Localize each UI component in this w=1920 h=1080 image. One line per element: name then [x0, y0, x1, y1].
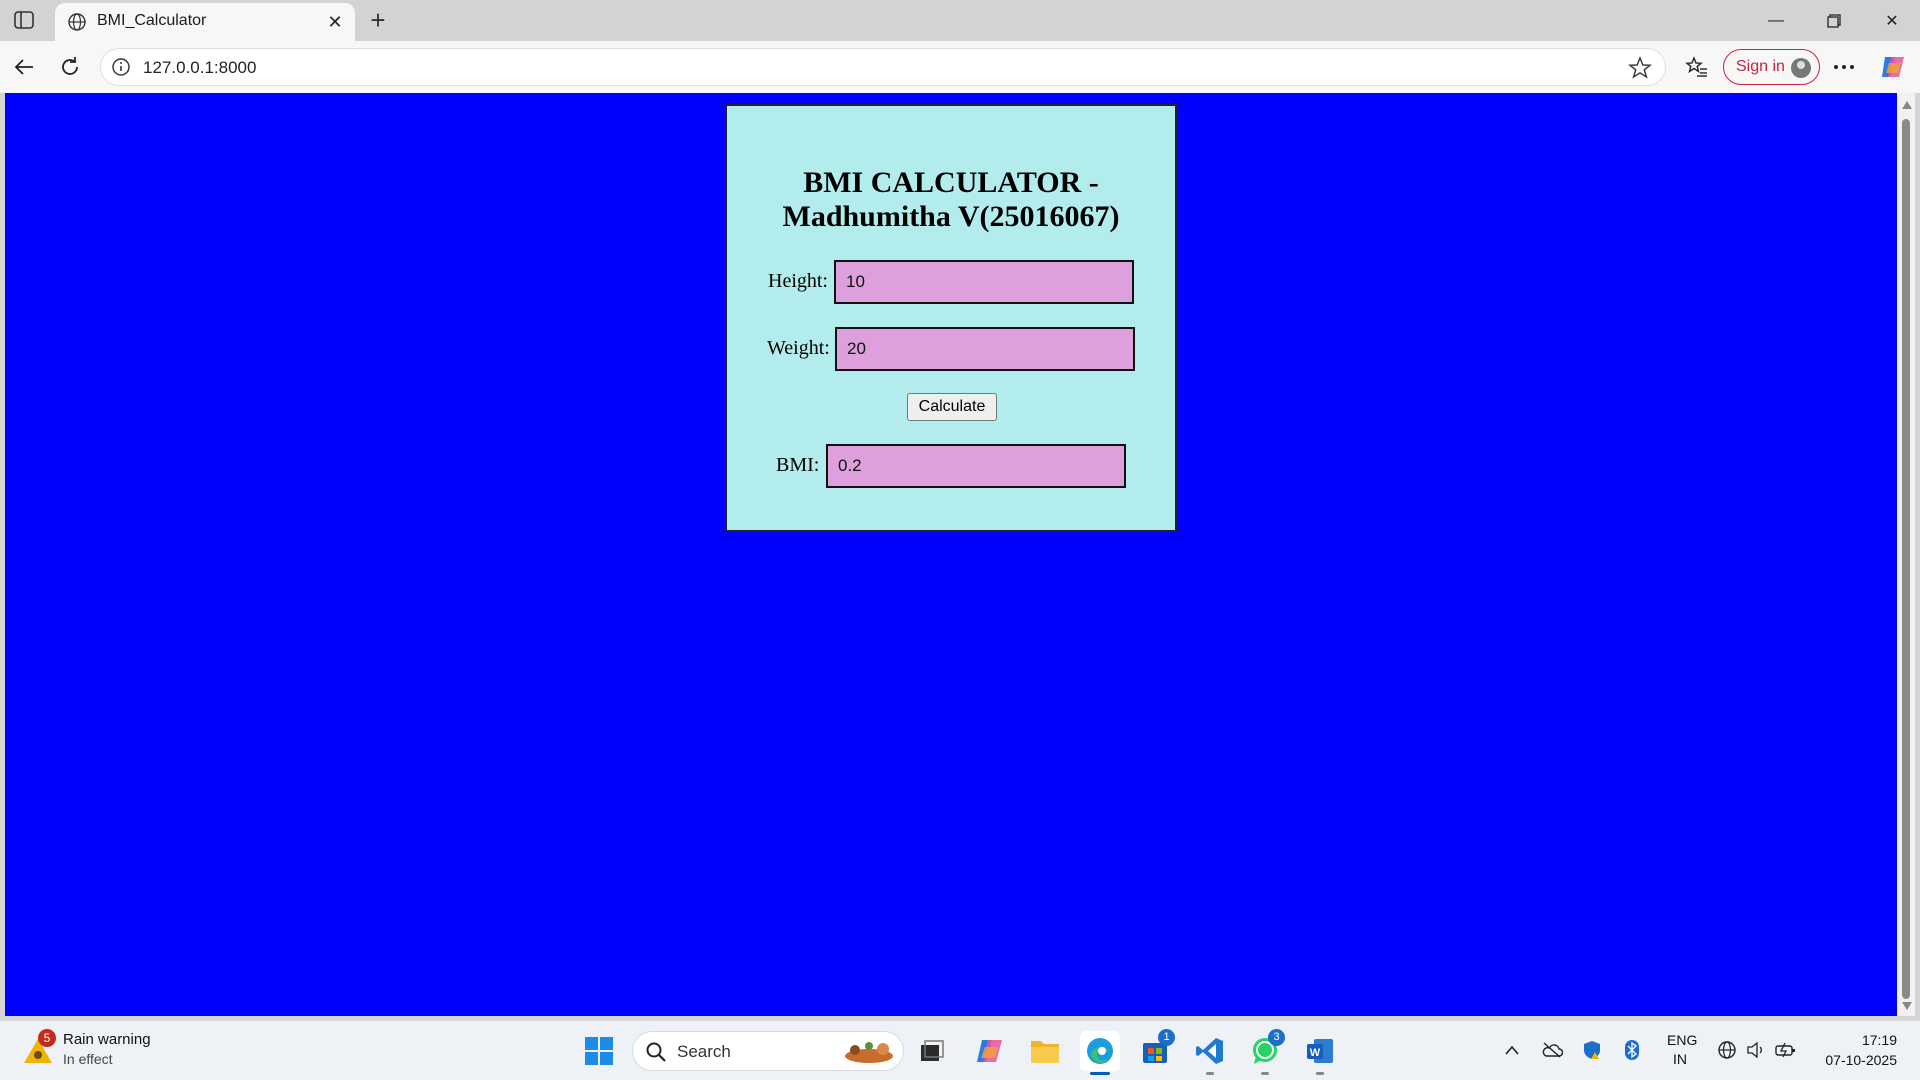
bmi-output[interactable] — [826, 444, 1126, 488]
minimize-icon[interactable]: — — [1750, 4, 1802, 38]
scroll-up-icon[interactable] — [1902, 101, 1912, 109]
security-shield-icon[interactable] — [1581, 1039, 1603, 1061]
calculate-button[interactable]: Calculate — [907, 393, 997, 421]
windows-start-icon[interactable] — [579, 1031, 619, 1071]
browser-toolbar: 127.0.0.1:8000 Sign in — [0, 41, 1920, 93]
input-region-indicator: IN — [1673, 1051, 1687, 1067]
search-icon — [645, 1041, 667, 1063]
favorites-icon[interactable] — [1681, 51, 1713, 83]
show-hidden-icons-chevron-up-icon[interactable] — [1501, 1039, 1523, 1061]
clock-date: 07-10-2025 — [1825, 1052, 1897, 1068]
edge-browser-icon[interactable] — [1080, 1031, 1120, 1075]
weather-subtitle: In effect — [63, 1051, 113, 1067]
whatsapp-icon[interactable]: 3 — [1245, 1029, 1285, 1075]
taskbar: 5 Rain warning In effect Search 1 3 W EN… — [0, 1020, 1920, 1080]
tab-title: BMI_Calculator — [97, 12, 207, 29]
whatsapp-badge: 3 — [1268, 1029, 1285, 1046]
language-indicator[interactable]: ENG — [1667, 1032, 1697, 1048]
svg-text:W: W — [1310, 1047, 1321, 1059]
page-scrollbar[interactable] — [1897, 93, 1915, 1016]
running-indicator — [1090, 1072, 1110, 1075]
word-icon[interactable]: W — [1300, 1031, 1340, 1075]
new-tab-icon[interactable]: + — [364, 5, 392, 35]
close-tab-icon[interactable]: ✕ — [323, 10, 347, 34]
task-view-icon[interactable] — [912, 1031, 952, 1071]
close-window-icon[interactable]: ✕ — [1866, 4, 1918, 38]
bluetooth-icon[interactable] — [1621, 1039, 1643, 1061]
onedrive-offline-icon[interactable] — [1541, 1039, 1563, 1061]
search-highlight-illustration — [839, 1038, 899, 1066]
vscode-icon[interactable] — [1190, 1031, 1230, 1075]
file-explorer-icon[interactable] — [1025, 1031, 1065, 1071]
scroll-thumb[interactable] — [1902, 119, 1910, 999]
taskbar-search[interactable]: Search — [632, 1031, 904, 1071]
restore-icon[interactable] — [1808, 4, 1860, 38]
weather-badge: 5 — [38, 1029, 56, 1047]
url-text: 127.0.0.1:8000 — [143, 58, 257, 77]
height-label: Height: — [768, 270, 828, 292]
network-globe-icon[interactable] — [1716, 1039, 1738, 1061]
sign-in-label: Sign in — [1736, 58, 1785, 75]
tab-actions-icon[interactable] — [10, 8, 38, 32]
volume-icon[interactable] — [1745, 1039, 1767, 1061]
sign-in-button[interactable]: Sign in — [1723, 49, 1820, 85]
active-tab[interactable]: BMI_Calculator ✕ — [55, 3, 355, 41]
globe-icon — [67, 12, 87, 32]
scroll-down-icon[interactable] — [1902, 1002, 1912, 1010]
copilot-app-icon[interactable] — [970, 1031, 1010, 1071]
favorite-star-icon[interactable] — [1627, 55, 1653, 81]
weight-label: Weight: — [767, 337, 830, 359]
address-bar[interactable]: 127.0.0.1:8000 — [100, 48, 1666, 86]
more-options-icon[interactable] — [1828, 51, 1860, 83]
bmi-label: BMI: — [776, 454, 820, 476]
weight-input[interactable] — [835, 327, 1135, 371]
height-input[interactable] — [834, 260, 1134, 304]
running-indicator — [1316, 1072, 1324, 1075]
running-indicator — [1261, 1072, 1269, 1075]
copilot-icon[interactable] — [1877, 51, 1909, 83]
bmi-calculator-card: BMI CALCULATOR - Madhumitha V(25016067) … — [725, 104, 1177, 532]
microsoft-store-icon[interactable]: 1 — [1135, 1029, 1175, 1071]
battery-charging-icon[interactable] — [1775, 1039, 1797, 1061]
profile-avatar-icon — [1791, 58, 1811, 78]
running-indicator — [1206, 1072, 1214, 1075]
tab-strip: BMI_Calculator ✕ + — ✕ — [0, 0, 1920, 41]
site-info-icon[interactable] — [111, 57, 131, 77]
store-badge: 1 — [1158, 1029, 1175, 1046]
weather-title[interactable]: Rain warning — [63, 1031, 151, 1048]
clock-time[interactable]: 17:19 — [1862, 1032, 1897, 1048]
search-label: Search — [677, 1042, 731, 1061]
back-icon[interactable] — [8, 51, 40, 83]
page-title: BMI CALCULATOR - Madhumitha V(25016067) — [782, 166, 1120, 233]
refresh-icon[interactable] — [54, 51, 86, 83]
